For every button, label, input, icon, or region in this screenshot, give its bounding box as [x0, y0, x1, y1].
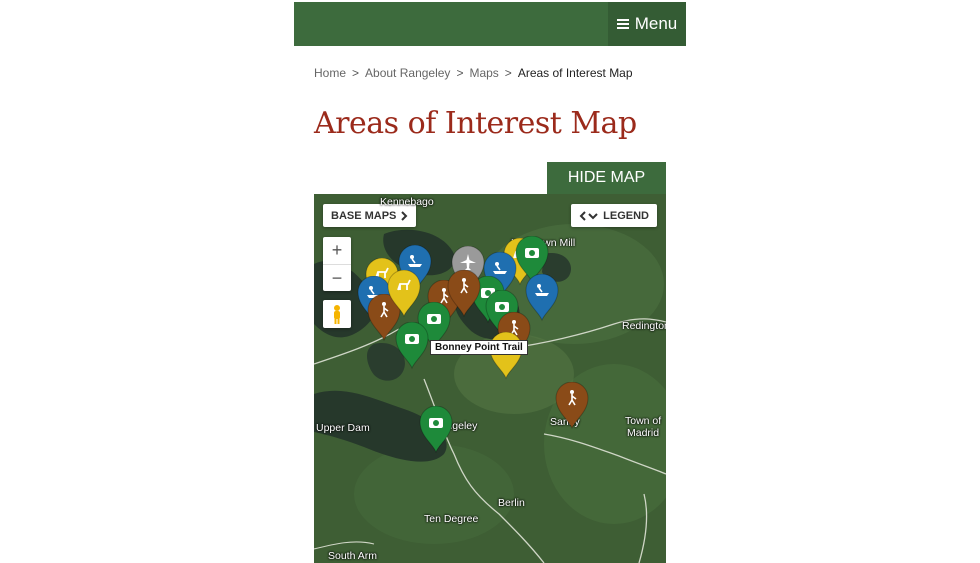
hamburger-icon [616, 19, 629, 29]
place-label: Kennebago [380, 196, 434, 208]
breadcrumb-separator: > [456, 66, 464, 80]
site-header: Menu [294, 2, 686, 46]
breadcrumb: Home > About Rangeley > Maps > Areas of Intere… [314, 66, 633, 80]
place-label: Town of [625, 415, 662, 427]
place-label: South Arm [328, 550, 378, 562]
base-maps-label: BASE MAPS [331, 209, 397, 222]
interactive-map[interactable]: BASE MAPS LEGEND + − Kennebago Langtown … [314, 194, 666, 563]
hiking-icon [447, 269, 481, 318]
hide-map-button[interactable]: HIDE MAP [547, 162, 666, 194]
legend-button[interactable]: LEGEND [571, 204, 657, 227]
breadcrumb-separator: > [504, 66, 512, 80]
breadcrumb-about-rangeley[interactable]: About Rangeley [365, 66, 450, 80]
photo-marker[interactable] [419, 405, 453, 454]
chevron-left-down-icon [579, 210, 598, 221]
photo-icon [419, 405, 453, 454]
breadcrumb-home[interactable]: Home [314, 66, 346, 80]
hiking-icon [555, 381, 589, 430]
wildlife-icon [387, 269, 421, 318]
place-label: Ten Degree [424, 513, 479, 525]
photo-icon [395, 321, 429, 370]
hiking-marker[interactable] [555, 381, 589, 430]
hiking-marker[interactable] [447, 269, 481, 318]
wildlife-marker[interactable] [387, 269, 421, 318]
zoom-in-button[interactable]: + [323, 237, 351, 265]
menu-label: Menu [634, 14, 678, 33]
breadcrumb-maps[interactable]: Maps [469, 66, 498, 80]
zoom-control: + − [323, 237, 351, 291]
place-label: Upper Dam [316, 422, 370, 434]
legend-label: LEGEND [603, 209, 649, 222]
zoom-out-button[interactable]: − [323, 265, 351, 292]
street-view-pegman-button[interactable] [323, 300, 351, 328]
chevron-right-icon [401, 210, 408, 221]
pegman-icon [334, 305, 340, 324]
place-label: Madrid [627, 427, 660, 439]
place-label: Berlin [498, 497, 525, 509]
marker-tooltip: Bonney Point Trail [430, 340, 528, 355]
breadcrumb-current: Areas of Interest Map [517, 66, 633, 80]
breadcrumb-separator: > [352, 66, 360, 80]
page-title: Areas of Interest Map [314, 106, 637, 141]
photo-marker[interactable] [395, 321, 429, 370]
place-label: Redington [622, 320, 666, 332]
menu-button[interactable]: Menu [608, 2, 686, 46]
